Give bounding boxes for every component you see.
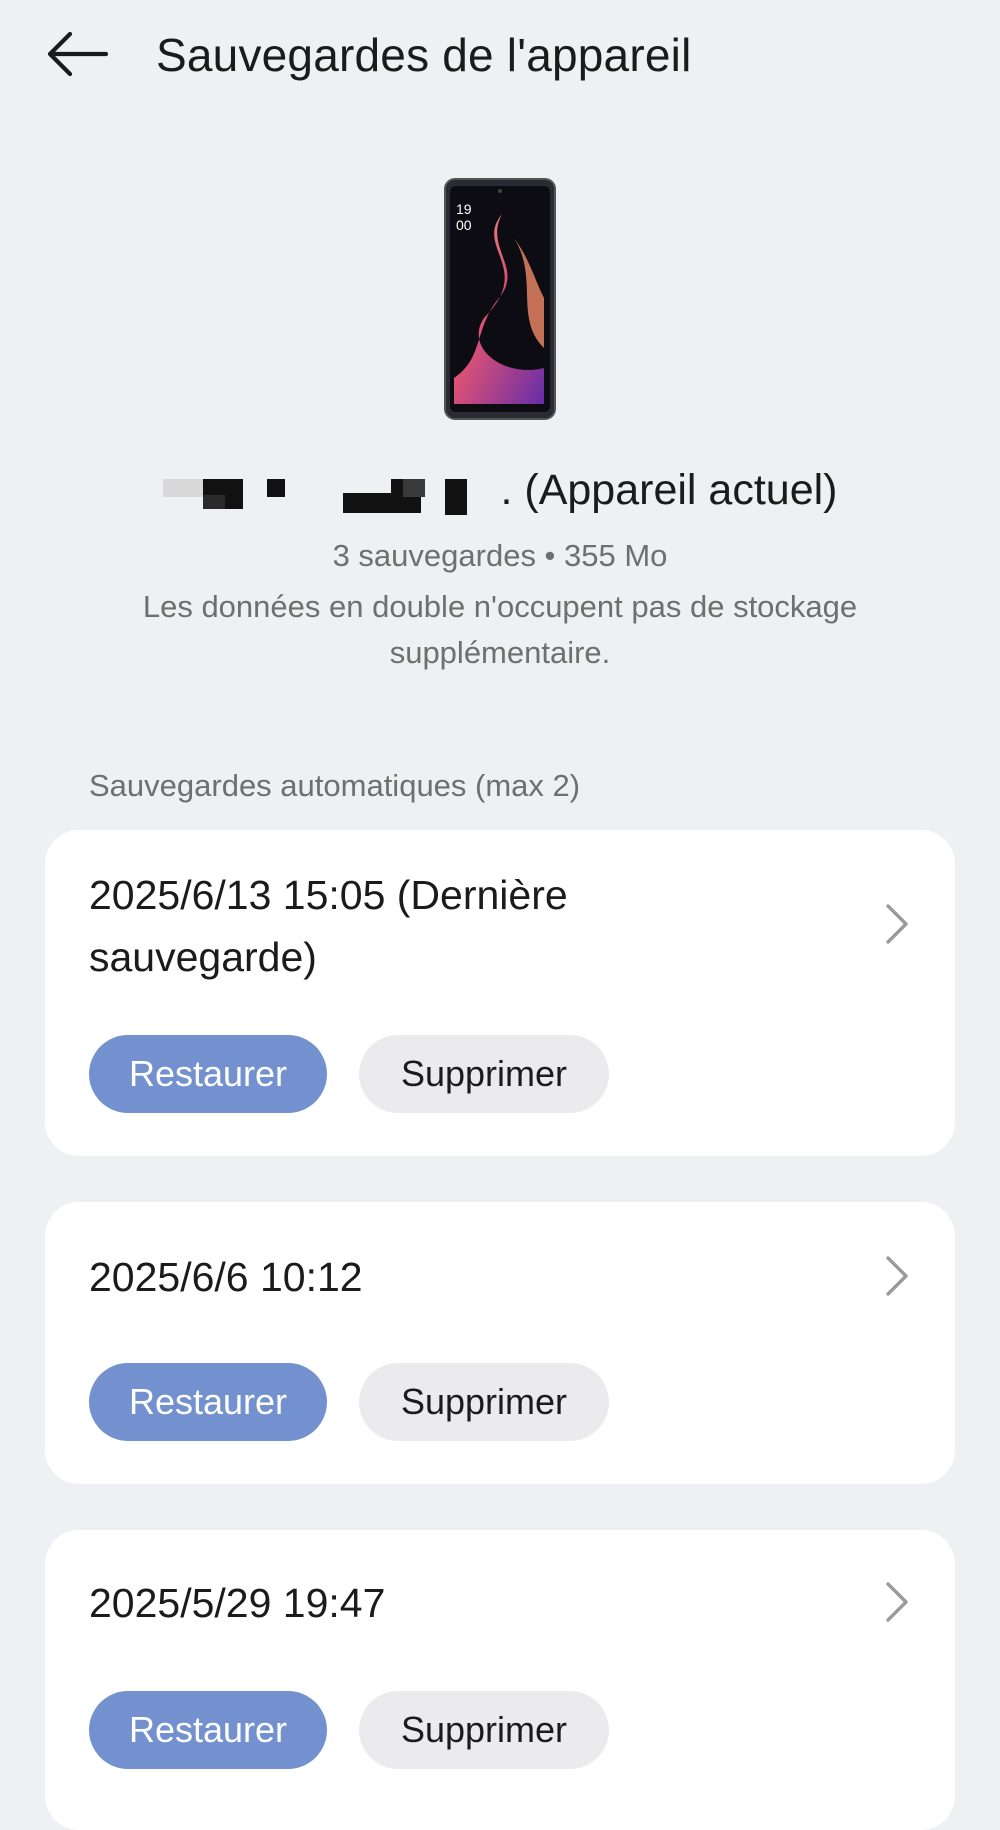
delete-button[interactable]: Supprimer [359,1691,609,1769]
delete-button[interactable]: Supprimer [359,1363,609,1441]
restore-button[interactable]: Restaurer [89,1691,327,1769]
redacted-device-name [162,465,493,515]
chevron-right-icon[interactable] [877,900,917,948]
svg-text:19: 19 [456,201,472,217]
backup-card[interactable]: 2025/6/13 15:05 (Dernière sauvegarde) Re… [45,830,955,1156]
delete-button[interactable]: Supprimer [359,1035,609,1113]
svg-text:00: 00 [456,217,472,233]
backup-summary: 3 sauvegardes • 355 Mo [332,538,668,573]
backup-card[interactable]: 2025/5/29 19:47 Restaurer Supprimer [45,1530,955,1830]
restore-button[interactable]: Restaurer [89,1363,327,1441]
restore-button[interactable]: Restaurer [89,1035,327,1113]
device-name: . (Appareil actuel) [0,462,1000,522]
backup-title: 2025/5/29 19:47 [89,1580,386,1626]
back-button[interactable] [44,26,110,82]
chevron-right-icon[interactable] [877,1578,917,1626]
duplicate-note: Les données en double n'occupent pas de … [142,589,858,670]
arrow-left-icon [47,31,108,77]
phone-device-image: 19 00 [444,178,556,420]
backup-card[interactable]: 2025/6/6 10:12 Restaurer Supprimer [45,1202,955,1484]
chevron-right-icon[interactable] [877,1252,917,1300]
backup-title: 2025/6/6 10:12 [89,1254,363,1300]
backup-title: 2025/6/13 15:05 (Dernière sauvegarde) [89,872,568,980]
auto-backups-section-title: Sauvegardes automatiques (max 2) [89,768,581,803]
top-app-bar: Sauvegardes de l'appareil [0,0,1000,110]
page-title: Sauvegardes de l'appareil [156,29,692,81]
device-name-suffix: . (Appareil actuel) [500,466,838,514]
